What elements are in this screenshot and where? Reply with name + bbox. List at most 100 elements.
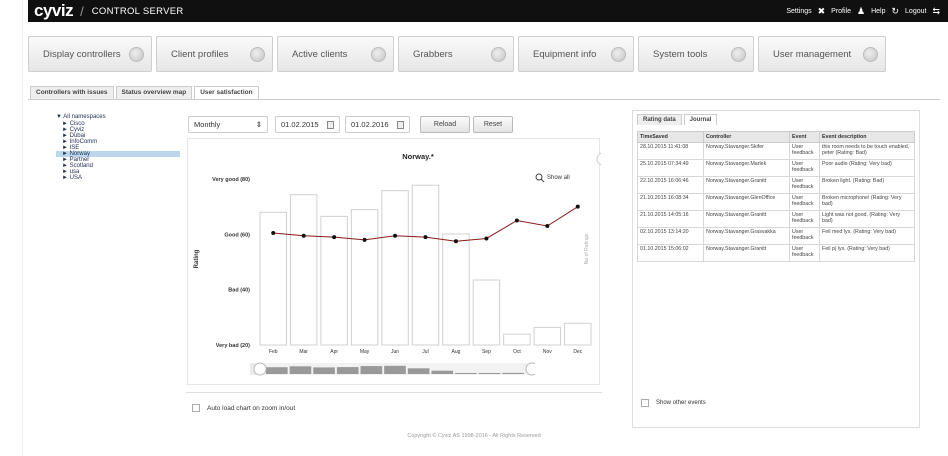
nav-label: Active clients — [292, 48, 348, 60]
y-axis-label: Rating — [194, 249, 200, 268]
settings-link[interactable]: Settings — [786, 8, 811, 15]
user-icon[interactable]: ♟ — [857, 6, 865, 17]
rating-point-mar[interactable] — [301, 233, 306, 238]
column-header[interactable]: Controller — [703, 131, 790, 143]
main-nav: Display controllers Client profiles Acti… — [28, 36, 940, 78]
range-right-handle[interactable] — [525, 362, 535, 376]
nav-active-clients[interactable]: Active clients — [277, 36, 394, 72]
tab-status-overview-map[interactable]: Status overview map — [115, 86, 193, 100]
rating-point-jul[interactable] — [423, 235, 428, 240]
menu-icon — [596, 152, 601, 166]
tab-journal[interactable]: Journal — [683, 114, 718, 125]
y-tick-label: Very good (80) — [212, 177, 250, 183]
column-header[interactable]: TimeSaved — [637, 131, 704, 143]
bar-jul[interactable] — [411, 184, 440, 346]
table-cell: 21.10.2015 14:05:16 — [637, 210, 704, 228]
wrench-icon[interactable]: ✖ — [818, 6, 826, 17]
context-menu-button[interactable] — [596, 152, 601, 166]
rating-point-may[interactable] — [362, 237, 367, 242]
top-links: Settings ✖ Profile ♟ Help ↻ Logout ⇆ — [786, 6, 940, 17]
nav-display-controllers[interactable]: Display controllers — [28, 36, 152, 72]
rating-point-nov[interactable] — [545, 224, 550, 229]
table-cell: Broken microphone! (Rating: Very bad) — [819, 193, 915, 211]
nav-equipment-info[interactable]: Equipment info — [518, 36, 634, 72]
table-row[interactable]: 02.10.2015 13:14:20 Norway.Stavanger.Gras… — [637, 227, 915, 245]
rating-point-sep[interactable] — [484, 236, 489, 241]
bar-oct[interactable] — [503, 333, 531, 346]
help-link[interactable]: Help — [871, 8, 885, 15]
x-tick-label: May — [360, 349, 370, 355]
navigator-bar — [384, 365, 406, 374]
bar-jun[interactable] — [381, 190, 409, 346]
bar-sep[interactable] — [472, 279, 501, 346]
range-left-handle[interactable] — [253, 362, 267, 376]
show-all-button[interactable]: Show all — [535, 173, 570, 183]
y-tick-label: Very bad (20) — [216, 343, 250, 349]
nav-user-management[interactable]: User management — [758, 36, 886, 72]
profile-link[interactable]: Profile — [831, 8, 851, 15]
rating-point-jun[interactable] — [393, 233, 398, 238]
brand-logo[interactable]: cyviz — [34, 1, 74, 21]
table-cell: Norway.Stavanger.Grasvakka — [703, 227, 790, 245]
logout-link[interactable]: Logout — [905, 8, 926, 15]
tab-controllers-with-issues[interactable]: Controllers with issues — [30, 86, 114, 100]
table-row[interactable]: 21.10.2015 14:05:16 Norway.Stavanger.Gran… — [637, 210, 915, 228]
column-header[interactable]: Event description — [819, 131, 915, 143]
tab-user-satisfaction[interactable]: User satisfaction — [194, 86, 259, 100]
table-cell: 25.10.2015 07:34:49 — [637, 159, 704, 177]
calendar-icon[interactable] — [326, 120, 334, 129]
logout-icon[interactable]: ⇆ — [932, 6, 940, 17]
bar-aug[interactable] — [442, 233, 470, 346]
from-date-value: 01.02.2015 — [281, 120, 319, 129]
x-tick-label: Nov — [543, 349, 552, 355]
from-date-input[interactable]: 01.02.2015 — [275, 116, 340, 133]
nav-label: Equipment info — [533, 48, 597, 60]
satisfaction-chart[interactable]: Very good (80) Good (60) Bad (40) Very bad … — [188, 139, 601, 386]
journal-tabs: Rating data Journal — [637, 114, 718, 125]
help-icon[interactable]: ↻ — [891, 6, 899, 17]
nav-label: User management — [773, 48, 852, 60]
chart-panel: Very good (80) Good (60) Bad (40) Very bad … — [187, 138, 601, 386]
column-header[interactable]: Event — [789, 131, 820, 143]
bar-nov[interactable] — [533, 326, 562, 346]
period-select[interactable]: Monthly ⇕ — [188, 116, 268, 133]
nav-system-tools[interactable]: System tools — [638, 36, 754, 72]
rating-point-aug[interactable] — [453, 239, 458, 244]
bar-mar[interactable] — [289, 194, 318, 346]
y-tick-label: Bad (40) — [228, 288, 250, 294]
range-navigator[interactable] — [250, 362, 535, 376]
auto-load-checkbox[interactable] — [192, 404, 200, 412]
x-tick-label: Mar — [299, 349, 308, 355]
show-other-label: Show other events — [656, 400, 706, 406]
calendar-icon[interactable] — [396, 120, 404, 129]
table-cell: User feedback — [789, 176, 820, 194]
tree-item[interactable]: ► USA — [56, 175, 180, 181]
reset-button[interactable]: Reset — [473, 116, 513, 133]
nav-circle-icon — [129, 46, 144, 62]
rating-point-feb[interactable] — [271, 230, 276, 235]
table-row[interactable]: 28.10.2015 11:41:08 Norway.Stavanger.Skif… — [637, 142, 915, 160]
nav-client-profiles[interactable]: Client profiles — [156, 36, 273, 72]
show-other-checkbox[interactable] — [641, 399, 649, 407]
to-date-input[interactable]: 01.02.2016 — [345, 116, 410, 133]
table-row[interactable]: 21.10.2015 16:08:34 Norway.Stavanger.Glen… — [637, 193, 915, 211]
rating-point-dec[interactable] — [575, 204, 580, 209]
rating-point-oct[interactable] — [514, 218, 519, 223]
reload-button[interactable]: Reload — [420, 116, 470, 133]
x-tick-label: Sep — [482, 349, 491, 355]
table-row[interactable]: 25.10.2015 07:34:49 Norway.Stavanger.Marl… — [637, 159, 915, 177]
table-cell: Feil med lys. (Rating: Very bad) — [819, 227, 915, 245]
table-cell: User feedback — [789, 244, 820, 262]
tab-rating-data[interactable]: Rating data — [637, 114, 682, 125]
tree-root[interactable]: ▼ All namespaces — [56, 114, 180, 120]
table-cell: 22.10.2015 16:06:46 — [637, 176, 704, 194]
nav-grabbers[interactable]: Grabbers — [398, 36, 514, 72]
page-left-border — [22, 0, 23, 456]
table-row[interactable]: 01.10.2015 15:06:02 Norway.Stavanger.Gran… — [637, 244, 915, 262]
bar-dec[interactable] — [564, 322, 592, 346]
bar-may[interactable] — [350, 209, 379, 346]
y2-axis-label: No of Ratings — [584, 233, 590, 264]
nav-circle-icon — [863, 46, 878, 62]
table-row[interactable]: 22.10.2015 16:06:46 Norway.Stavanger.Gran… — [637, 176, 915, 194]
rating-point-apr[interactable] — [332, 235, 337, 240]
